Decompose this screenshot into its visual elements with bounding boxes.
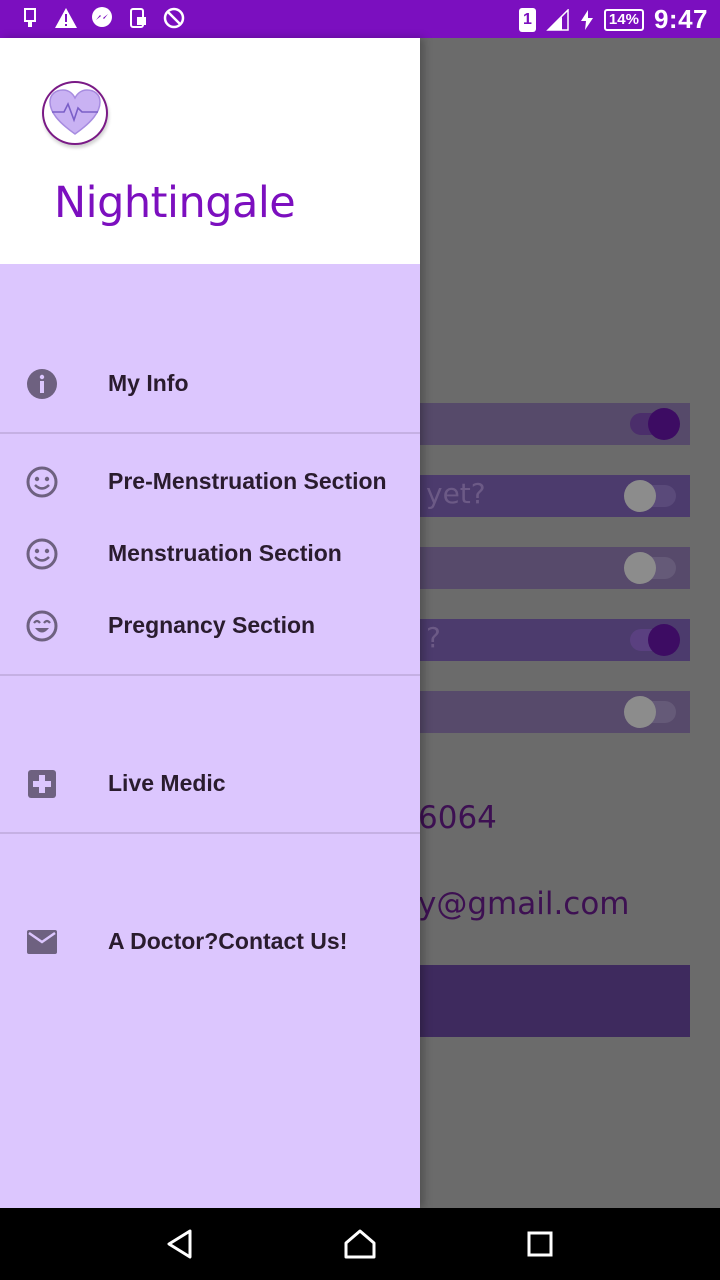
back-icon [167,1229,192,1259]
background-toggle-row: yet? [420,475,690,517]
background-toggle-row [420,547,690,589]
charging-icon [580,8,594,32]
battery-indicator: 14% [603,8,644,31]
drawer-item-my-info[interactable]: My Info [0,354,420,414]
recents-icon [527,1231,553,1257]
home-button[interactable] [342,1226,378,1262]
drawer-item-label: Pre-Menstruation Section [108,468,387,494]
app-logo-icon [42,81,108,145]
drawer-item-label: Live Medic [108,770,226,796]
messenger-icon [90,6,114,30]
background-switch [624,696,676,728]
divider [0,432,420,434]
smiley-icon [26,538,58,570]
status-bar: 1 14% 9:47 [0,0,720,38]
background-toggle-row: ? [420,619,690,661]
drawer-header: Nightingale [0,38,420,264]
info-icon [26,368,58,400]
signal-icon [546,8,570,32]
drawer-item-pregnancy[interactable]: Pregnancy Section [0,596,420,656]
background-phone-text: 6064 [418,800,497,836]
divider [0,674,420,676]
drawer-item-contact-us[interactable]: A Doctor?Contact Us! [0,912,420,972]
screenshot-icon [126,6,150,30]
background-switch [630,624,680,656]
background-row-text: yet? [426,477,486,510]
warning-icon [54,6,78,30]
medical-plus-icon [26,768,58,800]
drawer-item-label: Menstruation Section [108,540,342,566]
back-button[interactable] [162,1226,198,1262]
divider [0,832,420,834]
drawer-item-live-medic[interactable]: Live Medic [0,754,420,814]
background-button [420,965,690,1037]
smiley-icon [26,466,58,498]
navigation-drawer: Nightingale My Info Pre-Menstruation Sec… [0,38,420,1208]
drawer-item-label: Pregnancy Section [108,612,316,638]
drawer-item-menstruation[interactable]: Menstruation Section [0,524,420,584]
background-toggle-row [420,403,690,445]
drawer-item-label: My Info [108,370,189,396]
app-name: Nightingale [54,178,296,228]
sim-badge: 1 [519,7,536,32]
background-switch [624,480,676,512]
background-switch [630,408,680,440]
background-email-text: y@gmail.com [418,886,630,922]
drawer-item-pre-menstruation[interactable]: Pre-Menstruation Section [0,452,420,512]
grin-icon [26,610,58,642]
system-navigation-bar [0,1208,720,1280]
drawer-item-label: A Doctor?Contact Us! [108,928,348,954]
usb-icon [18,6,42,30]
mail-icon [26,926,58,958]
recents-button[interactable] [522,1226,558,1262]
no-sync-icon [162,6,186,30]
clock: 9:47 [653,4,708,34]
home-icon [344,1229,376,1259]
background-toggle-row [420,691,690,733]
background-row-text: ? [426,621,441,654]
background-switch [624,552,676,584]
